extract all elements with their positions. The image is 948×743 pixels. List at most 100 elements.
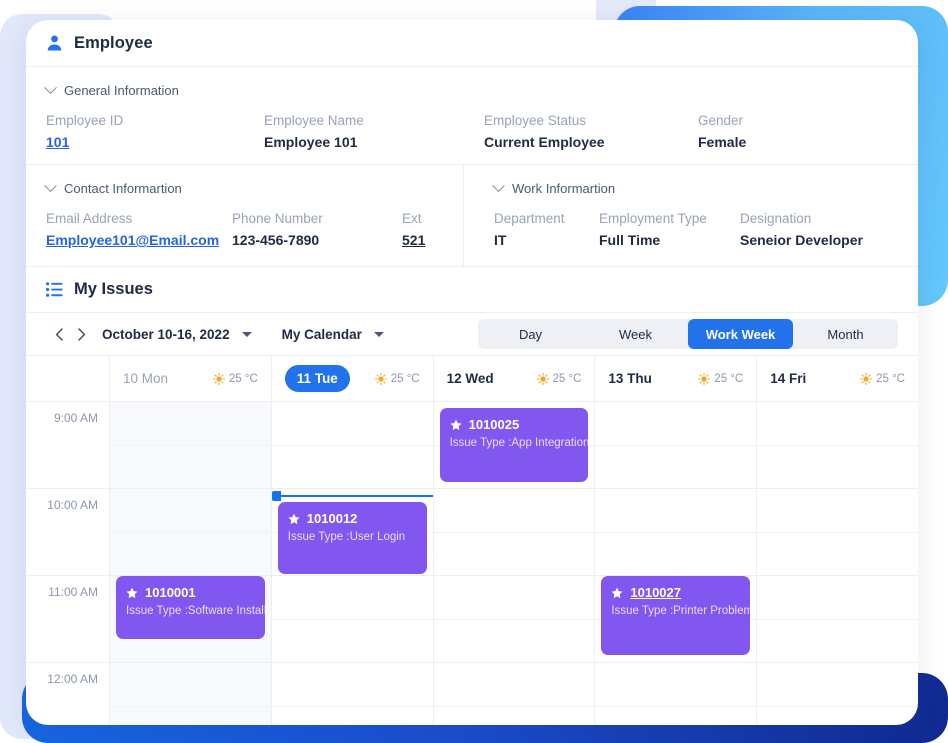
chevron-down-icon: [241, 331, 252, 337]
sun-icon: [536, 372, 549, 385]
hour-cell[interactable]: [595, 402, 757, 489]
contact-information-header[interactable]: Contact Informartion: [44, 179, 443, 196]
sun-icon: [860, 372, 873, 385]
field-label: Email Address: [46, 211, 133, 226]
event-id[interactable]: 1010027: [630, 585, 681, 600]
event-1010001[interactable]: 1010001 Issue Type :Software Installatio…: [116, 576, 265, 639]
work-information-header[interactable]: Work Informartion: [492, 179, 898, 196]
event-subtitle: Issue Type :User Login: [287, 531, 406, 543]
employee-header: Employee: [26, 20, 918, 67]
day-column-mon[interactable]: 1010001 Issue Type :Software Installatio…: [110, 402, 272, 725]
day-header-thu[interactable]: 13 Thu 25 °C: [595, 356, 758, 401]
hour-cell[interactable]: [757, 576, 918, 663]
field-value-employee-id[interactable]: 101: [46, 134, 264, 150]
sun-icon: [374, 372, 387, 385]
my-issues-header: My Issues: [26, 267, 918, 313]
page-title: Employee: [74, 33, 153, 52]
day-label: 11 Tue: [284, 365, 350, 392]
time-slot: 10:00 AM: [26, 489, 109, 576]
hour-cell[interactable]: [110, 489, 271, 576]
field-value-ext[interactable]: 521: [402, 232, 425, 248]
day-header-mon[interactable]: 10 Mon 25 °C: [110, 356, 272, 401]
chevron-left-icon[interactable]: [48, 323, 70, 345]
calendar-selector-dropdown[interactable]: My Calendar: [282, 327, 384, 342]
field-department: Department IT: [494, 211, 599, 248]
time-label: 9:00 AM: [53, 411, 98, 425]
hour-cell[interactable]: [110, 402, 271, 489]
hour-cell[interactable]: [757, 402, 918, 489]
field-email-address: Email Address Employee101@Email.com: [46, 211, 232, 248]
section-label: General Information: [64, 83, 179, 98]
day-label: 12 Wed: [446, 371, 494, 386]
current-time-indicator: [271, 491, 433, 501]
event-1010027[interactable]: 1010027 Issue Type :Printer Problem: [601, 576, 751, 655]
general-field-row: Employee ID 101 Employee Name Employee 1…: [46, 113, 898, 150]
weather-wed: 25 °C: [536, 372, 581, 385]
date-range-dropdown[interactable]: October 10-16, 2022: [102, 327, 252, 342]
event-1010012[interactable]: 1010012 Issue Type :User Login: [277, 502, 427, 574]
field-label: Designation: [740, 211, 812, 226]
day-column-tue[interactable]: 1010012 Issue Type :User Login: [271, 402, 434, 725]
hour-cell[interactable]: [110, 663, 271, 725]
calendar-body: 9:00 AM 10:00 AM 11:00 AM 12:00 AM 10100…: [26, 402, 918, 725]
day-column-fri[interactable]: [757, 402, 918, 725]
chevron-right-icon[interactable]: [70, 323, 92, 345]
hour-cell[interactable]: [271, 402, 433, 489]
event-1010025[interactable]: 1010025 Issue Type :App Integration: [439, 408, 589, 482]
field-designation: Designation Seneior Developer: [740, 211, 863, 248]
temperature: 25 °C: [390, 372, 420, 385]
tab-work-week[interactable]: Work Week: [688, 319, 793, 349]
field-label: Ext: [402, 211, 422, 226]
contact-work-row: Contact Informartion Email Address Emplo…: [26, 165, 918, 267]
event-subtitle: Issue Type :Printer Problem: [611, 605, 751, 617]
general-information-header[interactable]: General Information: [44, 81, 898, 98]
event-id: 1010025: [468, 417, 520, 432]
field-value-department: IT: [494, 232, 507, 248]
field-employee-status: Employee Status Current Employee: [484, 113, 698, 150]
field-label: Employee Status: [484, 113, 587, 128]
field-phone-number: Phone Number 123-456-7890: [232, 211, 402, 248]
field-gender: Gender Female: [698, 113, 746, 150]
calendar-selector-label: My Calendar: [281, 326, 362, 342]
sun-icon: [212, 372, 225, 385]
work-field-row: Department IT Employment Type Full Time …: [494, 211, 898, 248]
chevron-down-icon: [44, 179, 57, 193]
section-label: Contact Informartion: [64, 181, 182, 196]
tab-day[interactable]: Day: [478, 319, 583, 349]
event-subtitle: Issue Type :Software Installation: [126, 605, 265, 617]
hour-cell[interactable]: [271, 576, 433, 663]
field-value-designation: Seneior Developer: [740, 232, 863, 248]
field-value-email[interactable]: Employee101@Email.com: [46, 232, 232, 248]
calendar-day-header-row: 10 Mon 25 °C 11 Tue 25 °C 12 Wed 25 °C 1…: [26, 355, 918, 402]
time-label: 12:00 AM: [47, 672, 98, 686]
field-label: Gender: [698, 113, 744, 128]
hour-cell[interactable]: [595, 663, 756, 725]
field-value-employee-name: Employee 101: [264, 134, 358, 150]
day-label: 10 Mon: [123, 371, 169, 386]
day-header-tue[interactable]: 11 Tue 25 °C: [272, 356, 434, 401]
hour-cell[interactable]: [433, 576, 595, 663]
temperature: 25 °C: [876, 372, 905, 385]
time-slot: 11:00 AM: [26, 576, 109, 663]
field-employee-id: Employee ID 101: [46, 113, 264, 150]
chevron-down-icon: [492, 179, 505, 193]
day-column-thu[interactable]: 1010027 Issue Type :Printer Problem: [595, 402, 758, 725]
sun-icon: [698, 372, 711, 385]
event-title: 1010001: [126, 585, 255, 600]
day-header-fri[interactable]: 14 Fri 25 °C: [757, 356, 918, 401]
hour-cell[interactable]: [757, 663, 918, 725]
hour-cell[interactable]: [757, 489, 918, 576]
hour-cell[interactable]: [595, 489, 757, 576]
day-column-wed[interactable]: 1010025 Issue Type :App Integration: [433, 402, 596, 725]
hour-cell[interactable]: [271, 663, 433, 725]
hour-cell[interactable]: [433, 663, 595, 725]
time-gutter: 9:00 AM 10:00 AM 11:00 AM 12:00 AM: [26, 402, 110, 725]
tab-week[interactable]: Week: [583, 319, 688, 349]
event-id: 1010001: [145, 585, 196, 600]
tab-month[interactable]: Month: [793, 319, 898, 349]
hour-cell[interactable]: [433, 489, 595, 576]
event-title: 1010027: [611, 585, 740, 600]
weather-fri: 25 °C: [860, 372, 905, 385]
day-header-wed[interactable]: 12 Wed 25 °C: [434, 356, 596, 401]
section-label: Work Informartion: [512, 181, 616, 196]
